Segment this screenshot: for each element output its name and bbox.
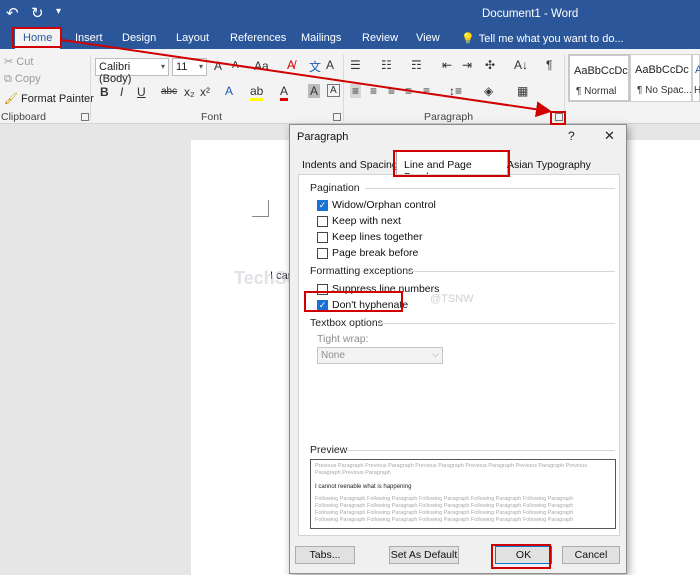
annotation-arrow xyxy=(61,39,552,118)
arrow-line xyxy=(61,39,552,118)
